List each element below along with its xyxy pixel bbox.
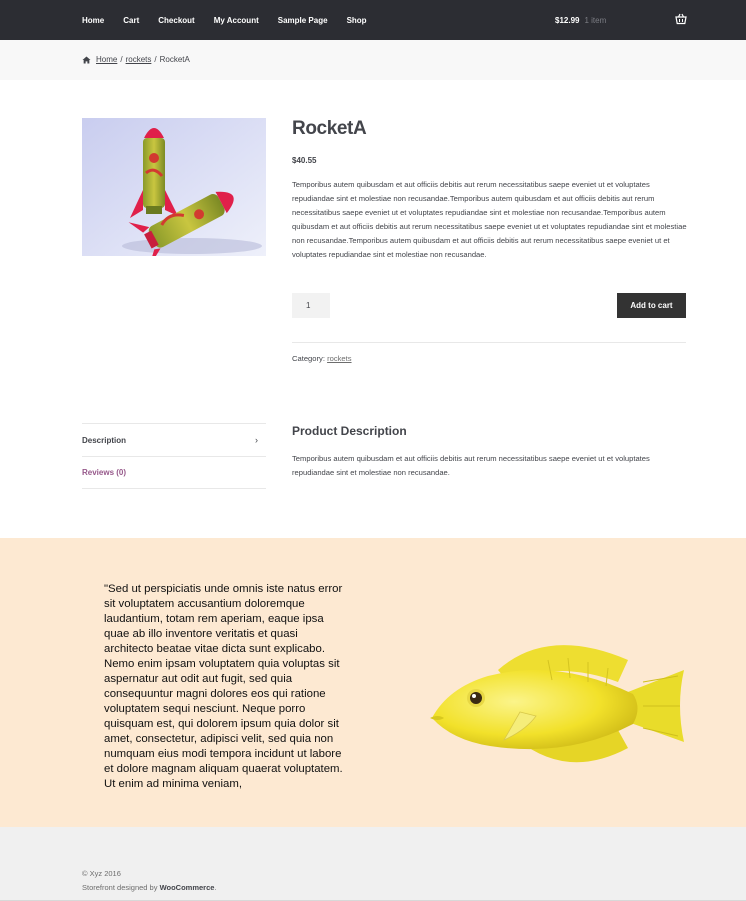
description-text: Temporibus autem quibusdam et aut offici… xyxy=(292,454,650,477)
nav-my-account[interactable]: My Account xyxy=(214,16,259,25)
header-cart[interactable]: $12.99 1 item xyxy=(555,0,606,40)
woocommerce-link[interactable]: WooCommerce xyxy=(160,883,215,892)
breadcrumb: Home / rockets / RocketA xyxy=(82,55,190,64)
product-tabs: Description › Reviews (0) xyxy=(82,423,266,489)
primary-navigation: Home Cart Checkout My Account Sample Pag… xyxy=(82,0,386,40)
category-label: Category: xyxy=(292,354,325,363)
credit-prefix: Storefront designed by xyxy=(82,883,160,892)
breadcrumb-bar: Home / rockets / RocketA xyxy=(0,40,746,80)
promo-band: "Sed ut perspiciatis unde omnis iste nat… xyxy=(0,538,746,827)
credit-suffix: . xyxy=(214,883,217,892)
category-link[interactable]: rockets xyxy=(327,354,351,363)
breadcrumb-category-link[interactable]: rockets xyxy=(126,55,152,64)
breadcrumb-separator: / xyxy=(120,55,123,64)
cart-count: 1 item xyxy=(584,15,607,25)
divider xyxy=(292,342,686,343)
description-heading: Product Description xyxy=(292,424,407,438)
quantity-input[interactable] xyxy=(292,293,330,318)
nav-cart[interactable]: Cart xyxy=(123,16,139,25)
chevron-right-icon: › xyxy=(255,435,258,445)
nav-checkout[interactable]: Checkout xyxy=(158,16,194,25)
copyright-text: © Xyz 2016 xyxy=(82,869,121,878)
breadcrumb-separator: / xyxy=(154,55,157,64)
tab-description-label: Description xyxy=(82,435,127,445)
product-image[interactable] xyxy=(82,118,266,256)
promo-quote: "Sed ut perspiciatis unde omnis iste nat… xyxy=(104,583,343,790)
product-title: RocketA xyxy=(292,118,367,139)
basket-icon[interactable] xyxy=(675,13,687,25)
tab-description[interactable]: Description › xyxy=(82,423,266,456)
tab-reviews[interactable]: Reviews (0) xyxy=(82,456,266,489)
home-icon xyxy=(82,55,91,64)
cart-amount: $12.99 xyxy=(555,15,580,25)
site-header: Home Cart Checkout My Account Sample Pag… xyxy=(0,0,746,40)
product-price: $40.55 xyxy=(292,156,317,165)
nav-home[interactable]: Home xyxy=(82,16,104,25)
nav-shop[interactable]: Shop xyxy=(347,16,367,25)
nav-sample-page[interactable]: Sample Page xyxy=(278,16,328,25)
add-to-cart-button[interactable]: Add to cart xyxy=(617,293,686,318)
tab-reviews-label: Reviews (0) xyxy=(82,468,127,477)
breadcrumb-home-link[interactable]: Home xyxy=(96,55,117,64)
product-category: Category: rockets xyxy=(292,354,352,363)
site-footer: © Xyz 2016 Storefront designed by WooCom… xyxy=(0,827,746,901)
yellow-fish-image xyxy=(430,645,684,763)
breadcrumb-current: RocketA xyxy=(159,55,190,64)
product-short-description: Temporibus autem quibusdam et aut offici… xyxy=(292,180,687,259)
footer-credit: Storefront designed by WooCommerce. xyxy=(82,883,217,892)
rocket-toy-image xyxy=(82,118,266,256)
